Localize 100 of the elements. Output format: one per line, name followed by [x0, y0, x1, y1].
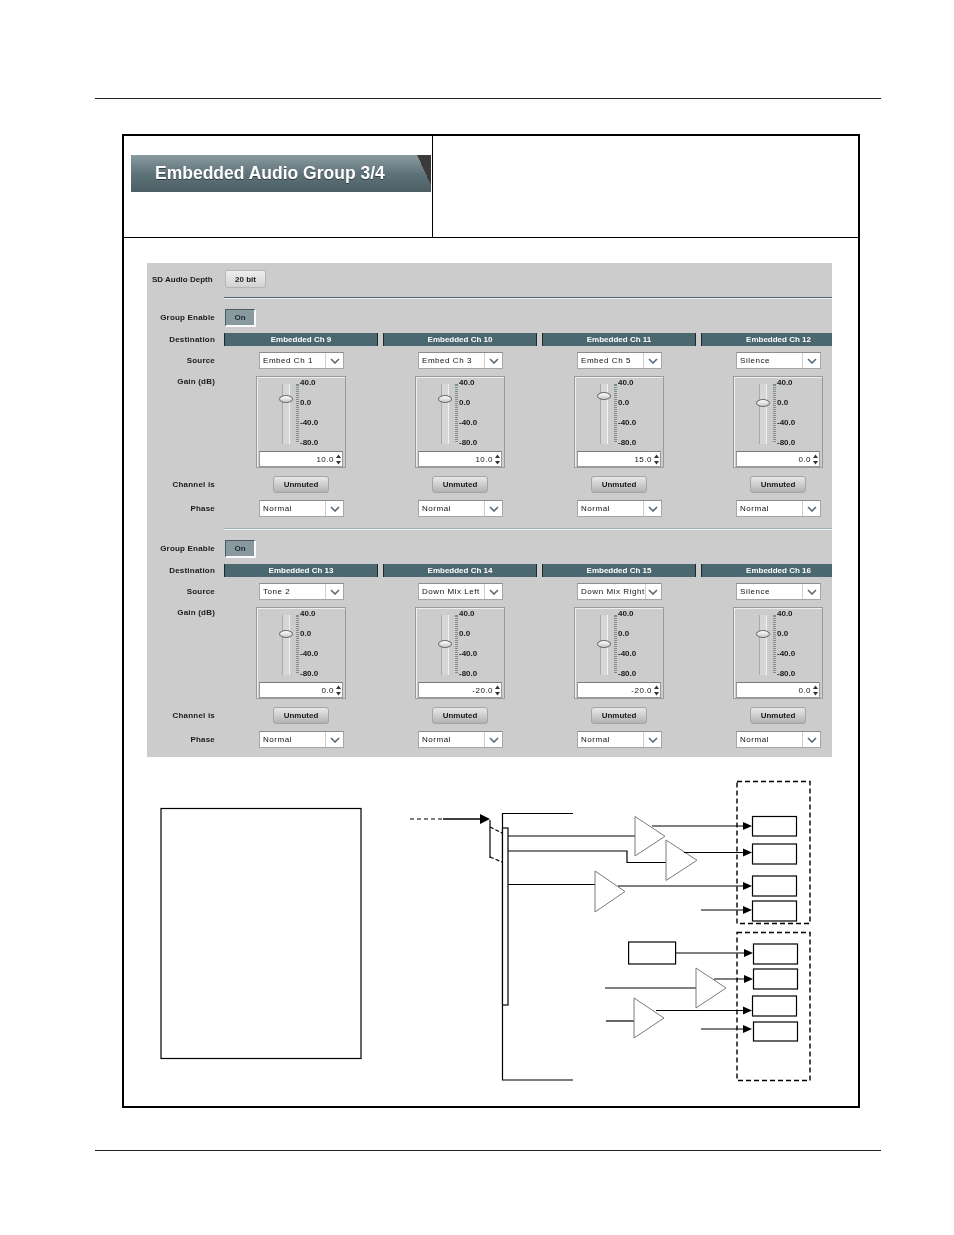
group-enable-toggle[interactable]: On [225, 309, 256, 327]
group-enable-toggle[interactable]: On [225, 540, 256, 558]
spinner-arrows-icon[interactable] [495, 453, 500, 465]
source-block [628, 941, 677, 965]
mute-toggle-button[interactable]: Unmuted [432, 476, 488, 493]
chevron-down-icon [329, 505, 340, 512]
scale-label: -80.0 [459, 669, 478, 678]
output-block [751, 815, 798, 837]
scale-ticks-icon [455, 615, 458, 673]
scale-label: -40.0 [459, 418, 478, 427]
signal-arrow [700, 1025, 752, 1033]
source-dropdown[interactable]: Silence [736, 352, 821, 369]
spinner-arrows-icon[interactable] [654, 684, 659, 696]
scale-label: 40.0 [618, 378, 634, 387]
phase-dropdown[interactable]: Normal [259, 731, 344, 748]
slider-thumb[interactable] [597, 392, 611, 401]
mute-toggle-button[interactable]: Unmuted [273, 707, 329, 724]
spinner-arrows-icon[interactable] [813, 684, 818, 696]
amplifier-triangle [695, 967, 727, 1009]
gain-value-field[interactable]: 0.0 [736, 451, 820, 467]
scale-ticks-icon [773, 615, 776, 673]
scale-ticks-icon [614, 615, 617, 673]
slider-thumb[interactable] [756, 630, 770, 639]
row-label: Gain (dB) [177, 376, 215, 388]
chevron-down-icon [488, 505, 499, 512]
chevron-down-icon [806, 736, 817, 743]
mute-toggle-button[interactable]: Unmuted [750, 476, 806, 493]
phase-dropdown[interactable]: Normal [577, 731, 662, 748]
source-dropdown[interactable]: Down Mix Left [418, 583, 503, 600]
spinner-arrows-icon[interactable] [654, 453, 659, 465]
scale-label: -80.0 [777, 669, 796, 678]
chevron-down-icon [648, 588, 659, 595]
scale-label: 40.0 [300, 609, 316, 618]
source-dropdown[interactable]: Tone 2 [259, 583, 344, 600]
chevron-down-icon [647, 357, 658, 364]
mute-toggle-button[interactable]: Unmuted [273, 476, 329, 493]
destination-header: Embedded Ch 15 [542, 564, 696, 577]
chevron-down-icon [647, 736, 658, 743]
scale-label: -80.0 [618, 669, 637, 678]
destination-header: Embedded Ch 16 [701, 564, 832, 577]
output-block [752, 943, 799, 965]
slider-thumb[interactable] [279, 630, 293, 639]
gain-value-field[interactable]: 0.0 [259, 682, 343, 698]
scale-ticks-icon [614, 384, 617, 442]
scale-label: -80.0 [300, 438, 319, 447]
slider-thumb[interactable] [279, 394, 293, 403]
source-dropdown[interactable]: Embed Ch 1 [259, 352, 344, 369]
mute-toggle-button[interactable]: Unmuted [591, 707, 647, 724]
section-title-banner: Embedded Audio Group 3/4 [131, 155, 431, 192]
scale-label: 0.0 [300, 398, 312, 407]
mute-toggle-button[interactable]: Unmuted [750, 707, 806, 724]
gain-value-field[interactable]: -20.0 [418, 682, 502, 698]
scale-ticks-icon [296, 384, 299, 442]
spinner-arrows-icon[interactable] [336, 684, 341, 696]
chevron-down-icon [488, 736, 499, 743]
phase-dropdown[interactable]: Normal [418, 731, 503, 748]
row-label: Group Enable [160, 543, 215, 555]
phase-dropdown[interactable]: Normal [736, 731, 821, 748]
phase-dropdown[interactable]: Normal [577, 500, 662, 517]
slider-thumb[interactable] [597, 640, 611, 648]
source-dropdown[interactable]: Embed Ch 5 [577, 352, 662, 369]
scale-ticks-icon [296, 615, 299, 673]
scale-label: -40.0 [618, 418, 637, 427]
spinner-arrows-icon[interactable] [336, 453, 341, 465]
scale-label: -40.0 [300, 418, 319, 427]
scale-label: -80.0 [618, 438, 637, 447]
spinner-arrows-icon[interactable] [813, 453, 818, 465]
destination-header: Embedded Ch 11 [542, 333, 696, 346]
gain-value-field[interactable]: 0.0 [736, 682, 820, 698]
audio-depth-button[interactable]: 20 bit [225, 270, 266, 288]
source-dropdown[interactable]: Silence [736, 583, 821, 600]
slider-thumb[interactable] [438, 394, 452, 403]
spinner-arrows-icon[interactable] [495, 684, 500, 696]
gain-value-field[interactable]: 10.0 [418, 451, 502, 467]
gain-value-field[interactable]: -20.0 [577, 682, 661, 698]
row-label: Group Enable [160, 312, 215, 324]
phase-dropdown[interactable]: Normal [736, 500, 821, 517]
scale-label: 0.0 [618, 629, 630, 638]
destination-header: Embedded Ch 12 [701, 333, 832, 346]
output-block [751, 900, 798, 922]
scale-label: 0.0 [777, 398, 789, 407]
phase-dropdown[interactable]: Normal [259, 500, 344, 517]
mute-toggle-button[interactable]: Unmuted [432, 707, 488, 724]
row-label: Phase [190, 503, 215, 515]
scale-label: 40.0 [777, 378, 793, 387]
source-dropdown[interactable]: Embed Ch 3 [418, 352, 503, 369]
mute-toggle-button[interactable]: Unmuted [591, 476, 647, 493]
phase-dropdown[interactable]: Normal [418, 500, 503, 517]
destination-header: Embedded Ch 14 [383, 564, 537, 577]
scale-label: -80.0 [777, 438, 796, 447]
chevron-down-icon [647, 505, 658, 512]
destination-header: Embedded Ch 10 [383, 333, 537, 346]
chevron-down-icon [329, 357, 340, 364]
source-dropdown[interactable]: Down Mix Right [577, 583, 662, 600]
slider-thumb[interactable] [438, 640, 452, 648]
slider-thumb[interactable] [756, 399, 770, 408]
row-label: Source [186, 586, 215, 598]
gain-value-field[interactable]: 15.0 [577, 451, 661, 467]
scale-label: 0.0 [777, 629, 789, 638]
gain-value-field[interactable]: 10.0 [259, 451, 343, 467]
